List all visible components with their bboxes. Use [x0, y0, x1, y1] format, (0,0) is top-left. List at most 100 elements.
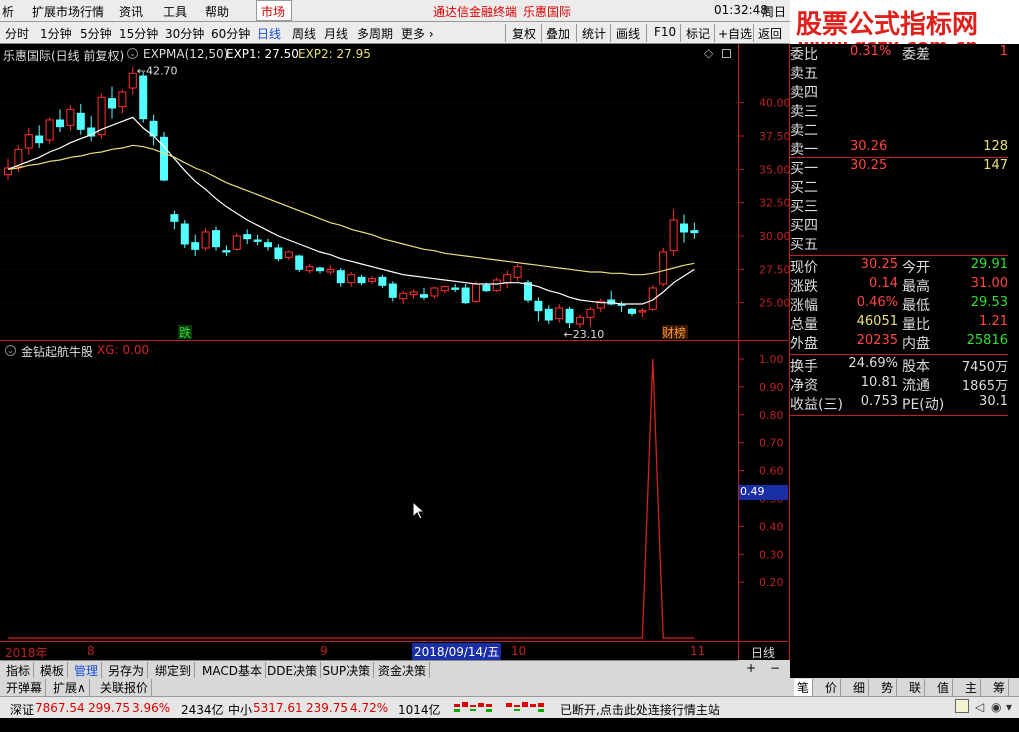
menu-item-news[interactable]: 资讯 — [119, 3, 143, 20]
bid-level-label: 买三 — [790, 199, 818, 215]
menu-item-analysis[interactable]: 析 — [2, 3, 14, 20]
period-tab-5min[interactable]: 5分钟 — [80, 25, 112, 42]
app-title: 通达信金融终端 — [433, 5, 518, 19]
ask-price: 30.26 — [850, 139, 888, 154]
period-tab-weekly[interactable]: 周线 — [292, 25, 316, 42]
candle — [222, 245, 231, 256]
period-indicator: 日线 — [738, 641, 788, 660]
quote-tab-3[interactable]: 势 — [878, 679, 898, 696]
extra-tab-2[interactable]: 关联报价 — [97, 679, 153, 696]
stock-title: 乐惠国际 — [523, 5, 572, 19]
stats-button[interactable]: 统计 — [582, 25, 606, 42]
quote-tab-6[interactable]: 主 — [962, 679, 982, 696]
quote-tab-2[interactable]: 细 — [850, 679, 870, 696]
more-label: 更多 — [401, 27, 426, 41]
bid-ask-diff-label: 委差 — [902, 47, 930, 63]
candlestick-plot: ←42.70 ←23.10 跌 财榜 — [0, 65, 738, 340]
candle — [596, 298, 605, 312]
event-tag-finance[interactable]: 财榜 — [662, 325, 686, 340]
connection-status[interactable]: 已断开,点击此处连接行情主站 — [560, 701, 720, 718]
quote-divider — [790, 415, 1008, 416]
fin-label: 股本 — [902, 359, 930, 375]
back-button[interactable]: 返回 — [758, 25, 782, 42]
zx-index-pct: 4.72% — [350, 701, 389, 715]
extra-tab-0[interactable]: 开弹幕 — [3, 679, 47, 696]
candle — [669, 209, 678, 256]
period-tab-more[interactable]: 更多 › — [401, 25, 434, 42]
candle — [368, 276, 376, 284]
quote-tab-7[interactable]: 筹 — [990, 679, 1010, 696]
stat-value: 1.21 — [979, 314, 1008, 329]
indicator-tab-2[interactable]: 管理 — [71, 662, 103, 679]
quote-tab-0[interactable]: 笔 — [794, 679, 814, 696]
indicator-tick-label: 0.70 — [759, 437, 784, 450]
candle — [128, 66, 137, 95]
settings-icon[interactable]: ◉ — [991, 700, 1001, 714]
extra-tabs: 开弹幕 扩展∧ 关联报价 — [0, 678, 790, 696]
period-tab-fenshi[interactable]: 分时 — [5, 25, 29, 42]
period-tab-multi[interactable]: 多周期 — [357, 25, 393, 42]
event-tag-down[interactable]: 跌 — [179, 325, 191, 340]
fin-value: 30.1 — [979, 394, 1008, 409]
period-tab-daily[interactable]: 日线 — [257, 25, 281, 42]
indicator-tab-7[interactable]: SUP决策 — [320, 662, 375, 679]
menu-item-market[interactable]: 市场 — [256, 0, 292, 21]
add-watchlist-button[interactable]: +自选 — [718, 25, 752, 42]
indicator-tab-8[interactable]: 资金决策 — [375, 662, 431, 679]
series-line-xg — [8, 358, 695, 639]
indicator-tab-0[interactable]: 指标 — [3, 662, 35, 679]
bid-level-label: 买四 — [790, 218, 818, 234]
quote-tab-5[interactable]: 值 — [934, 679, 954, 696]
toolbar-divider — [680, 24, 681, 42]
sz-index-change: 299.75 — [88, 701, 130, 715]
period-tab-1min[interactable]: 1分钟 — [40, 25, 72, 42]
zoom-out-button[interactable]: − — [770, 661, 780, 675]
fin-value: 0.753 — [860, 394, 898, 409]
candle — [628, 308, 636, 316]
indicator-tab-6[interactable]: DDE决策 — [264, 662, 322, 679]
indicator-pane[interactable]: ⌄ 金钻起航牛股 XG: 0.00 — [0, 341, 738, 641]
f10-button[interactable]: F10 — [654, 25, 676, 39]
candle — [66, 105, 75, 131]
fin-label: 收益(三) — [790, 397, 843, 413]
notepad-icon[interactable] — [955, 699, 969, 713]
indicator-tab-1[interactable]: 模板 — [37, 662, 69, 679]
status-bar: 深证 7867.54 299.75 3.96% 2434亿 中小 5317.61… — [0, 696, 1019, 718]
stat-value: 30.25 — [860, 257, 898, 272]
quote-tab-4[interactable]: 联 — [906, 679, 926, 696]
restore-rights-button[interactable]: 复权 — [512, 25, 536, 42]
period-tab-monthly[interactable]: 月线 — [324, 25, 348, 42]
overlay-button[interactable]: 叠加 — [546, 25, 570, 42]
main-chart-pane[interactable]: 乐惠国际(日线 前复权) ⌄ EXPMA(12,50) EXP1: 27.50 … — [0, 44, 738, 340]
draw-line-button[interactable]: 画线 — [616, 25, 640, 42]
toolbar-divider — [505, 24, 506, 42]
candle — [357, 274, 366, 286]
dropdown-icon[interactable]: ▾ — [1006, 700, 1012, 714]
toolbar-divider — [646, 24, 647, 42]
stat-label: 涨跌 — [790, 279, 818, 295]
date-axis: 2018年 8 9 2018/09/14/五 10 11 — [0, 641, 738, 660]
menu-item-help[interactable]: 帮助 — [205, 3, 229, 20]
mark-button[interactable]: 标记 — [686, 25, 710, 42]
menu-item-ext-market[interactable]: 扩展市场行情 — [32, 3, 104, 20]
stat-label: 现价 — [790, 260, 818, 276]
period-tab-30min[interactable]: 30分钟 — [165, 25, 204, 42]
quote-tab-1[interactable]: 价 — [822, 679, 842, 696]
indicator-tab-4[interactable]: 绑定到 — [152, 662, 196, 679]
period-tab-60min[interactable]: 60分钟 — [211, 25, 250, 42]
cursor-date-label: 2018/09/14/五 — [412, 643, 502, 660]
period-label: 日线 — [751, 646, 776, 660]
zoom-in-button[interactable]: + — [746, 661, 756, 675]
indicator-tab-5[interactable]: MACD基本 — [199, 662, 266, 679]
menu-item-tools[interactable]: 工具 — [163, 3, 187, 20]
bid-ask-ratio-label: 委比 — [790, 47, 818, 63]
toolbar-divider — [576, 24, 577, 42]
fin-value: 24.69% — [848, 356, 898, 371]
low-price-annotation: ←23.10 — [564, 328, 605, 340]
indicator-tab-3[interactable]: 另存为 — [105, 662, 149, 679]
price-tick-label: 25.00 — [759, 297, 789, 310]
period-tab-15min[interactable]: 15分钟 — [119, 25, 158, 42]
extra-tab-1[interactable]: 扩展∧ — [50, 679, 90, 696]
speaker-icon[interactable]: ◁ — [975, 700, 984, 714]
indicator-tick-label: 0.20 — [759, 576, 784, 589]
